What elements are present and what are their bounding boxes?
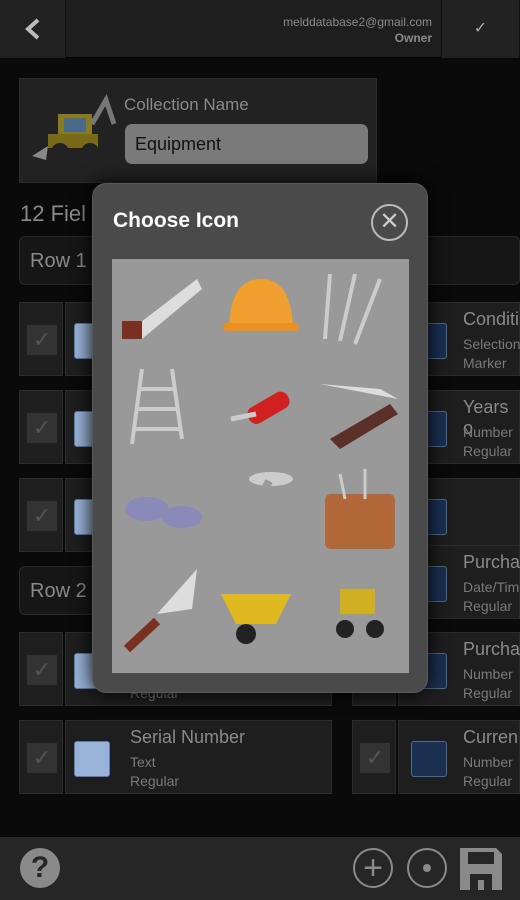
field-checkbox[interactable]: ✓ (352, 720, 396, 794)
field-title: Purcha (463, 552, 520, 572)
nails-icon (323, 273, 382, 345)
check-icon: ✓ (473, 20, 488, 37)
row-label: Row 1 (30, 250, 87, 272)
field-card[interactable]: Curren Number Regular (398, 720, 520, 794)
icon-grid[interactable] (112, 259, 409, 673)
field-card[interactable]: Serial Number Text Regular (65, 720, 332, 794)
icon-option[interactable] (310, 559, 409, 659)
radio-target-icon[interactable] (407, 848, 447, 888)
field-style: Regular (130, 773, 180, 789)
field-style: Regular (463, 598, 513, 614)
field-title: Curren (463, 727, 519, 747)
field-type: Number (463, 754, 513, 770)
backhoe-loader-icon (336, 589, 384, 638)
ladder-icon (130, 368, 184, 445)
icon-option[interactable] (211, 259, 310, 359)
icon-option[interactable] (112, 259, 211, 359)
account-email: melddatabase2@gmail.com (283, 15, 432, 29)
screw-icon (232, 472, 293, 551)
field-checkbox[interactable]: ✓ (19, 390, 63, 464)
field-style: Marker (463, 355, 507, 371)
close-button[interactable]: ✕ (371, 204, 408, 241)
field-type: Number (463, 424, 513, 440)
field-checkbox[interactable]: ✓ (19, 478, 63, 552)
save-floppy-icon[interactable] (460, 848, 502, 890)
account-role: Owner (394, 31, 432, 45)
field-checkbox[interactable]: ✓ (19, 720, 63, 794)
choose-icon-dialog: Choose Icon ✕ (92, 183, 428, 693)
check-icon: ✓ (27, 743, 57, 773)
collection-name-label: Collection Name (124, 95, 249, 114)
back-button[interactable] (0, 0, 66, 58)
icon-option[interactable] (112, 359, 211, 459)
text-field-icon (74, 741, 110, 777)
field-style: Regular (463, 685, 513, 701)
field-title: Purcha (463, 639, 520, 659)
check-icon: ✓ (27, 413, 57, 443)
check-icon: ✓ (27, 501, 57, 531)
collection-name-input[interactable] (125, 124, 368, 164)
field-checkbox[interactable]: ✓ (19, 632, 63, 706)
collection-card: Collection Name (19, 78, 377, 183)
icon-option[interactable] (211, 659, 310, 673)
icon-option[interactable] (112, 659, 211, 673)
field-type: Number (463, 666, 513, 682)
multitool-knife-icon (230, 391, 290, 424)
saw-icon (122, 279, 202, 339)
icon-option[interactable] (310, 359, 409, 459)
field-style: Regular (463, 773, 513, 789)
safety-glasses-icon (125, 497, 202, 528)
field-type: Selection (463, 336, 520, 352)
icon-option[interactable] (211, 359, 310, 459)
check-icon: ✓ (27, 655, 57, 685)
gas-can-icon (310, 659, 409, 673)
check-icon: ✓ (360, 743, 390, 773)
account-info: melddatabase2@gmail.com Owner (283, 14, 432, 46)
icon-option[interactable] (112, 459, 211, 559)
add-circle-icon[interactable]: + (353, 848, 393, 888)
tool-belt-icon (325, 469, 395, 549)
icon-option[interactable] (310, 259, 409, 359)
close-circle-icon: ✕ (379, 208, 400, 235)
check-icon: ✓ (27, 325, 57, 355)
dialog-title: Choose Icon (113, 209, 240, 232)
help-icon[interactable]: ? (20, 848, 60, 888)
pocket-knife-icon (320, 384, 398, 449)
field-type: Date/Tim (463, 579, 520, 595)
forklift-icon (112, 659, 211, 673)
wheelbarrow-icon (221, 594, 291, 644)
icon-option[interactable] (310, 659, 409, 673)
confirm-button[interactable]: ✓ (441, 0, 520, 58)
row-label: Row 2 (30, 580, 87, 602)
bottom-toolbar: ? + (0, 837, 520, 900)
hard-hat-icon (223, 279, 299, 331)
field-title: Serial Number (130, 727, 246, 747)
backhoe-loader-icon[interactable] (28, 94, 118, 169)
top-bar: melddatabase2@gmail.com Owner ✓ (0, 0, 520, 58)
field-style: Regular (463, 443, 513, 459)
trowel-icon (123, 569, 197, 653)
icon-option[interactable] (112, 559, 211, 659)
chevron-left-icon (25, 18, 40, 40)
number-field-icon (411, 741, 447, 777)
icon-option[interactable] (211, 559, 310, 659)
icon-option[interactable] (211, 459, 310, 559)
field-checkbox[interactable]: ✓ (19, 302, 63, 376)
field-title: Conditi (463, 309, 520, 329)
fields-count: 12 Fiel (20, 201, 87, 226)
tray-icon (211, 659, 310, 673)
icon-option[interactable] (310, 459, 409, 559)
field-type: Text (130, 754, 156, 770)
